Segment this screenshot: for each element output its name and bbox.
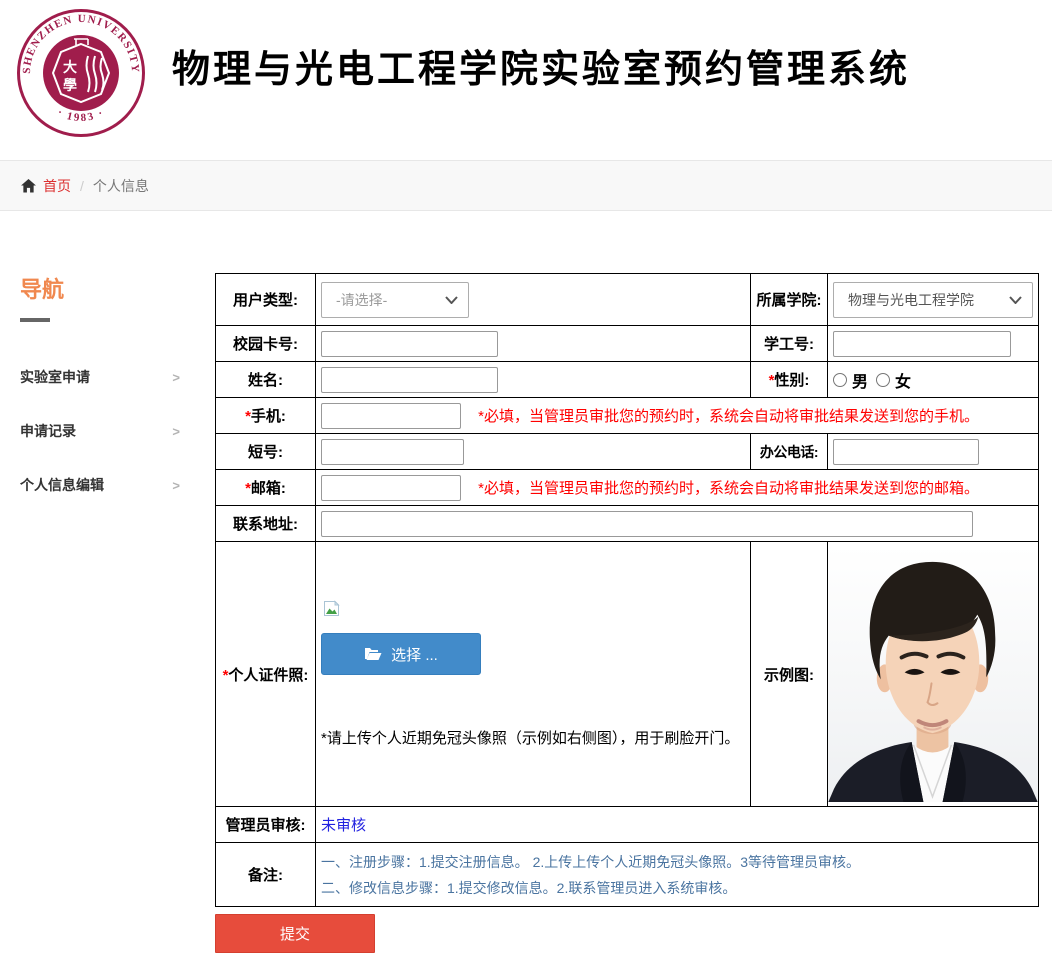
photo-upload-note: *请上传个人近期免冠头像照（示例如右侧图），用于刷脸开门。 — [321, 727, 739, 748]
gender-female-radio[interactable] — [876, 373, 890, 387]
table-row: *个人证件照: — [216, 542, 1039, 807]
table-row: 短号: 办公电话: — [216, 434, 1039, 470]
mobile-input[interactable] — [321, 403, 461, 429]
broken-image-icon — [323, 600, 340, 621]
sidebar-item-lab-application[interactable]: 实验室申请 > — [20, 350, 180, 404]
seal-emblem-char-bottom: 學 — [63, 77, 77, 93]
sidebar-item-personal-info-edit[interactable]: 个人信息编辑 > — [20, 458, 180, 512]
chevron-right-icon: > — [172, 370, 180, 385]
office-phone-label: 办公电话: — [751, 434, 828, 470]
sidebar: 导航 实验室申请 > 申请记录 > 个人信息编辑 > — [0, 212, 215, 953]
page: SHENZHEN UNIVERSITY · 1983 · 大 學 物理与光电工程… — [0, 0, 1052, 160]
mobile-label: *手机: — [216, 398, 316, 434]
campus-card-input[interactable] — [321, 331, 498, 357]
sidebar-item-label: 实验室申请 — [20, 367, 90, 387]
user-type-selected-value: -请选择- — [336, 290, 387, 310]
sidebar-item-label: 申请记录 — [20, 421, 76, 441]
gender-label: *性别: — [751, 362, 828, 398]
gender-male-label: 男 — [852, 368, 868, 392]
sidebar-item-application-records[interactable]: 申请记录 > — [20, 404, 180, 458]
breadcrumb-current: 个人信息 — [93, 176, 149, 196]
page-title: 物理与光电工程学院实验室预约管理系统 — [172, 38, 910, 93]
user-type-label: 用户类型: — [216, 274, 316, 326]
chevron-down-icon — [445, 296, 458, 304]
remarks-line-2: 二、修改信息步骤：1.提交修改信息。2.联系管理员进入系统审核。 — [321, 875, 1033, 901]
chevron-right-icon: > — [172, 478, 180, 493]
email-label: *邮箱: — [216, 470, 316, 506]
address-label: 联系地址: — [216, 506, 316, 542]
choose-file-label: 选择 ... — [391, 644, 438, 665]
photo-label: *个人证件照: — [216, 542, 316, 807]
personal-info-table: 用户类型: -请选择- 所属学院: 物理与光电工程学院 — [215, 273, 1039, 907]
chevron-down-icon — [1009, 296, 1022, 304]
folder-icon — [364, 647, 382, 661]
gender-female-label: 女 — [895, 368, 911, 392]
address-input[interactable] — [321, 511, 973, 537]
table-row: 用户类型: -请选择- 所属学院: 物理与光电工程学院 — [216, 274, 1039, 326]
staff-id-input[interactable] — [833, 331, 1011, 357]
choose-file-button[interactable]: 选择 ... — [321, 633, 481, 675]
example-portrait-photo — [828, 546, 1038, 803]
name-label: 姓名: — [216, 362, 316, 398]
app-header: SHENZHEN UNIVERSITY · 1983 · 大 學 物理与光电工程… — [0, 0, 1052, 160]
sidebar-nav-list: 实验室申请 > 申请记录 > 个人信息编辑 > — [20, 350, 180, 512]
breadcrumb: 首页 / 个人信息 — [0, 160, 1052, 211]
photo-upload-area: 选择 ... *请上传个人近期免冠头像照（示例如右侧图），用于刷脸开门。 — [321, 542, 745, 748]
breadcrumb-home-link[interactable]: 首页 — [43, 176, 71, 196]
admin-review-label: 管理员审核: — [216, 807, 316, 843]
college-selected-value: 物理与光电工程学院 — [848, 290, 974, 310]
home-icon — [21, 179, 36, 193]
staff-id-label: 学工号: — [751, 326, 828, 362]
table-row: 联系地址: — [216, 506, 1039, 542]
table-row: 管理员审核: 未审核 — [216, 807, 1039, 843]
remarks-label: 备注: — [216, 843, 316, 907]
college-select[interactable]: 物理与光电工程学院 — [833, 282, 1033, 318]
short-no-label: 短号: — [216, 434, 316, 470]
review-status-link[interactable]: 未审核 — [321, 817, 366, 834]
breadcrumb-separator: / — [80, 178, 84, 194]
chevron-right-icon: > — [172, 424, 180, 439]
gender-male-radio[interactable] — [833, 373, 847, 387]
campus-card-label: 校园卡号: — [216, 326, 316, 362]
user-type-select[interactable]: -请选择- — [321, 282, 469, 318]
table-row: 姓名: *性别: 男 女 — [216, 362, 1039, 398]
gender-radio-group: 男 女 — [833, 368, 1033, 392]
table-row: 校园卡号: 学工号: — [216, 326, 1039, 362]
table-row: *手机: *必填，当管理员审批您的预约时，系统会自动将审批结果发送到您的手机。 — [216, 398, 1039, 434]
mobile-required-note: *必填，当管理员审批您的预约时，系统会自动将审批结果发送到您的手机。 — [478, 408, 979, 425]
short-no-input[interactable] — [321, 439, 464, 465]
content-area: 导航 实验室申请 > 申请记录 > 个人信息编辑 > — [0, 212, 1052, 953]
sidebar-item-label: 个人信息编辑 — [20, 475, 104, 495]
remarks-line-1: 一、注册步骤：1.提交注册信息。 2.上传上传个人近期免冠头像照。3等待管理员审… — [321, 849, 1033, 875]
office-phone-input[interactable] — [833, 439, 979, 465]
email-input[interactable] — [321, 475, 461, 501]
email-required-note: *必填，当管理员审批您的预约时，系统会自动将审批结果发送到您的邮箱。 — [478, 480, 979, 497]
sidebar-title: 导航 — [20, 272, 215, 304]
sidebar-title-underline — [20, 318, 50, 322]
name-input[interactable] — [321, 367, 498, 393]
example-image-label: 示例图: — [751, 542, 828, 807]
personal-info-form: 用户类型: -请选择- 所属学院: 物理与光电工程学院 — [215, 212, 1039, 953]
table-row: 备注: 一、注册步骤：1.提交注册信息。 2.上传上传个人近期免冠头像照。3等待… — [216, 843, 1039, 907]
submit-button[interactable]: 提交 — [215, 914, 375, 953]
university-seal-logo: SHENZHEN UNIVERSITY · 1983 · 大 學 — [16, 8, 146, 138]
college-label: 所属学院: — [751, 274, 828, 326]
table-row: *邮箱: *必填，当管理员审批您的预约时，系统会自动将审批结果发送到您的邮箱。 — [216, 470, 1039, 506]
seal-emblem-char-top: 大 — [63, 59, 77, 75]
